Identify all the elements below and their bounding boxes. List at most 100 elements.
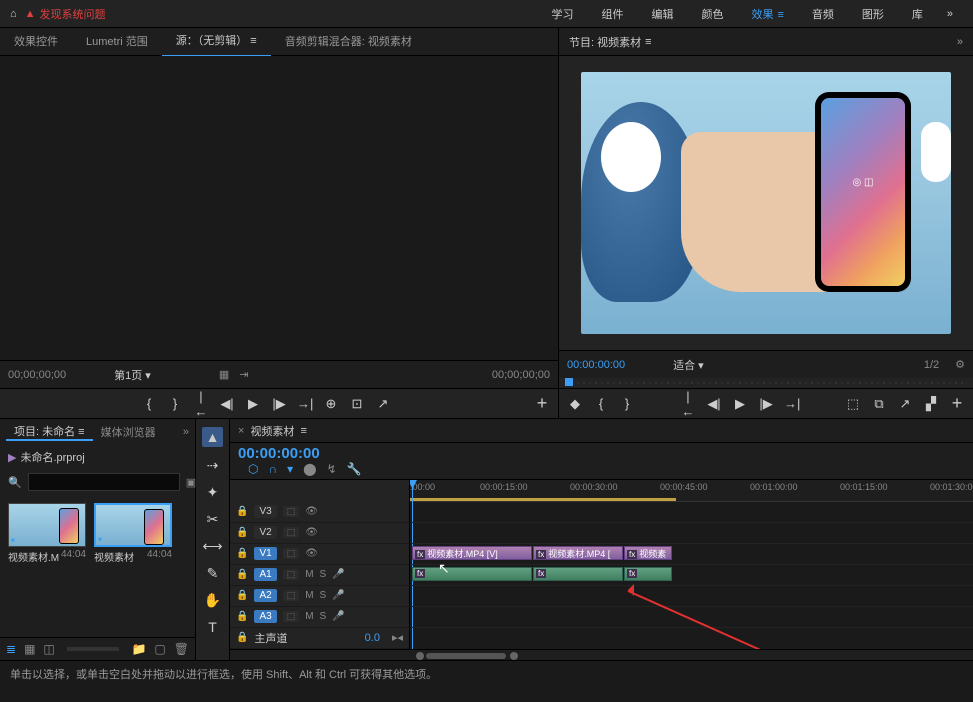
project-more-icon[interactable]: » xyxy=(183,426,189,438)
timeline-audio-clip[interactable]: fx xyxy=(533,567,623,581)
project-filter-icon[interactable]: ▣ xyxy=(186,476,196,489)
source-add-icon[interactable]: + xyxy=(534,393,550,414)
program-go-out-icon[interactable]: →| xyxy=(784,396,800,411)
system-warning[interactable]: ▲ 发现系统问题 xyxy=(25,6,106,22)
timeline-wrench-icon[interactable]: 🔧 xyxy=(347,462,362,476)
program-play-icon[interactable]: ▶ xyxy=(732,396,748,412)
hand-tool-icon[interactable]: ✋ xyxy=(204,592,221,609)
razor-tool-icon[interactable]: ✂ xyxy=(207,511,219,528)
clip-thumbnail[interactable]: 视频素材44:04 xyxy=(94,503,172,564)
program-export-icon[interactable]: ↗ xyxy=(897,396,913,412)
track-header-v2[interactable]: 🔒V2⬚👁 xyxy=(230,523,409,544)
tab-source-noclip[interactable]: 源：（无剪辑） ≡ xyxy=(162,27,271,57)
work-area-bar[interactable] xyxy=(410,498,676,501)
timeline-clip[interactable]: fx视频素 xyxy=(624,546,672,560)
type-tool-icon[interactable]: T xyxy=(208,619,217,635)
program-go-in-icon[interactable]: |← xyxy=(680,389,696,419)
pen-tool-icon[interactable]: ✎ xyxy=(207,565,219,582)
ripple-edit-tool-icon[interactable]: ✦ xyxy=(207,484,219,501)
track-header-v3[interactable]: 🔒V3⬚👁 xyxy=(230,502,409,523)
zoom-slider[interactable] xyxy=(67,647,120,651)
track-area[interactable]: :00:00 00:00:15:00 00:00:30:00 00:00:45:… xyxy=(410,480,973,649)
timeline-more1-icon[interactable]: ↯ xyxy=(327,462,337,476)
source-step-back-icon[interactable]: ◀| xyxy=(219,396,235,412)
sequence-name[interactable]: 视频素材 xyxy=(244,423,300,439)
tab-lumetri-scopes[interactable]: Lumetri 范围 xyxy=(72,28,162,56)
project-thumbnails: 视频素材.M44:04 视频素材44:04 xyxy=(0,495,195,572)
track-v1-row[interactable]: fx视频素材.MP4 [V] fx视频素材.MP4 [ fx视频素 xyxy=(410,544,973,565)
timeline-settings-icon[interactable]: ⬤ xyxy=(303,462,316,476)
tab-project[interactable]: 项目: 未命名 ≡ xyxy=(6,423,93,441)
program-zoom-dropdown[interactable]: 适合 ▾ xyxy=(665,357,712,373)
track-header-master[interactable]: 🔒主声道0.0▸◂ xyxy=(230,628,409,649)
source-mark-in-icon[interactable]: { xyxy=(141,396,157,411)
track-header-a1[interactable]: 🔒A1⬚MS🎤 xyxy=(230,565,409,586)
program-extract-icon[interactable]: ⧉ xyxy=(871,396,887,412)
new-bin-icon[interactable]: 📁 xyxy=(131,642,146,656)
source-export-icon[interactable]: ↗ xyxy=(375,396,391,412)
menu-edit[interactable]: 编辑 xyxy=(637,6,687,22)
track-header-v1[interactable]: 🔒V1⬚👁 xyxy=(230,544,409,565)
menu-color[interactable]: 颜色 xyxy=(687,6,737,22)
menu-assembly[interactable]: 组件 xyxy=(587,6,637,22)
source-go-out-icon[interactable]: →| xyxy=(297,396,313,411)
source-view-list-icon[interactable]: ⇥ xyxy=(239,368,248,381)
program-compare-icon[interactable]: ▞ xyxy=(923,396,939,412)
timeline-clip[interactable]: fx视频素材.MP4 [V] xyxy=(412,546,532,560)
timeline-ruler[interactable]: :00:00 00:00:15:00 00:00:30:00 00:00:45:… xyxy=(410,480,973,502)
project-search-input[interactable] xyxy=(28,473,180,491)
source-mark-out-icon[interactable]: } xyxy=(167,396,183,411)
menu-graphics[interactable]: 图形 xyxy=(848,6,898,22)
menu-effects[interactable]: 效果 xyxy=(737,6,797,22)
source-view-filmstrip-icon[interactable]: ▦ xyxy=(219,368,229,381)
timeline-clip[interactable]: fx视频素材.MP4 [ xyxy=(533,546,623,560)
clip-thumbnail[interactable]: 视频素材.M44:04 xyxy=(8,503,86,564)
program-timecode[interactable]: 00:00:00:00 xyxy=(567,359,625,371)
track-select-tool-icon[interactable]: ⇢ xyxy=(207,457,219,474)
source-insert-icon[interactable]: ⊕ xyxy=(323,396,339,412)
menu-learn[interactable]: 学习 xyxy=(537,6,587,22)
timeline-timecode[interactable]: 00:00:00:00 xyxy=(238,445,362,462)
tab-audio-mixer[interactable]: 音频剪辑混合器: 视频素材 xyxy=(271,28,426,56)
program-scrubber[interactable] xyxy=(559,378,973,388)
snap-icon[interactable]: ⬡ xyxy=(248,462,258,476)
menu-more[interactable]: » xyxy=(937,8,963,20)
program-settings-icon[interactable]: ⚙ xyxy=(955,358,965,371)
track-header-a2[interactable]: 🔒A2⬚MS🎤 xyxy=(230,586,409,607)
program-viewer[interactable] xyxy=(559,56,973,350)
menu-library[interactable]: 库 xyxy=(898,6,937,22)
new-item-icon[interactable]: ▢ xyxy=(154,642,165,656)
view-icon-icon[interactable]: ▦ xyxy=(24,642,35,656)
program-mark-out-icon[interactable]: } xyxy=(619,396,635,411)
source-transport: { } |← ◀| ▶ |▶ →| ⊕ ⊡ ↗ + xyxy=(0,388,558,418)
program-step-fwd-icon[interactable]: |▶ xyxy=(758,396,774,412)
source-step-fwd-icon[interactable]: |▶ xyxy=(271,396,287,412)
source-overwrite-icon[interactable]: ⊡ xyxy=(349,396,365,412)
linked-selection-icon[interactable]: ∩ xyxy=(268,462,277,476)
selection-tool-icon[interactable]: ▲ xyxy=(202,427,224,447)
marker-add-icon[interactable]: ▾ xyxy=(287,462,293,476)
program-more-icon[interactable]: » xyxy=(957,36,963,48)
view-freeform-icon[interactable]: ◫ xyxy=(43,642,54,656)
timeline-audio-clip[interactable]: fx xyxy=(624,567,672,581)
program-step-back-icon[interactable]: ◀| xyxy=(706,396,722,412)
tab-effect-controls[interactable]: 效果控件 xyxy=(0,28,72,56)
slip-tool-icon[interactable]: ⟷ xyxy=(202,538,222,555)
source-play-icon[interactable]: ▶ xyxy=(245,396,261,412)
home-icon[interactable]: ⌂ xyxy=(10,8,17,20)
tab-media-browser[interactable]: 媒体浏览器 xyxy=(93,424,164,440)
delete-icon[interactable]: 🗑 xyxy=(174,642,189,656)
timeline-scrollbar[interactable] xyxy=(230,649,973,660)
program-add-icon[interactable]: + xyxy=(949,393,965,414)
track-header-a3[interactable]: 🔒A3⬚MS🎤 xyxy=(230,607,409,628)
menu-audio[interactable]: 音频 xyxy=(798,6,848,22)
timeline-audio-clip[interactable]: fx xyxy=(412,567,532,581)
program-marker-icon[interactable]: ◆ xyxy=(567,396,583,412)
program-lift-icon[interactable]: ⬚ xyxy=(845,396,861,412)
program-resolution[interactable]: 1/2 xyxy=(916,359,947,371)
source-go-in-icon[interactable]: |← xyxy=(193,389,209,419)
source-pager[interactable]: 第1页 ▾ xyxy=(106,367,159,383)
track-a1-row[interactable]: fx fx fx xyxy=(410,565,973,586)
view-list-icon[interactable]: ≣ xyxy=(6,642,16,656)
program-mark-in-icon[interactable]: { xyxy=(593,396,609,411)
